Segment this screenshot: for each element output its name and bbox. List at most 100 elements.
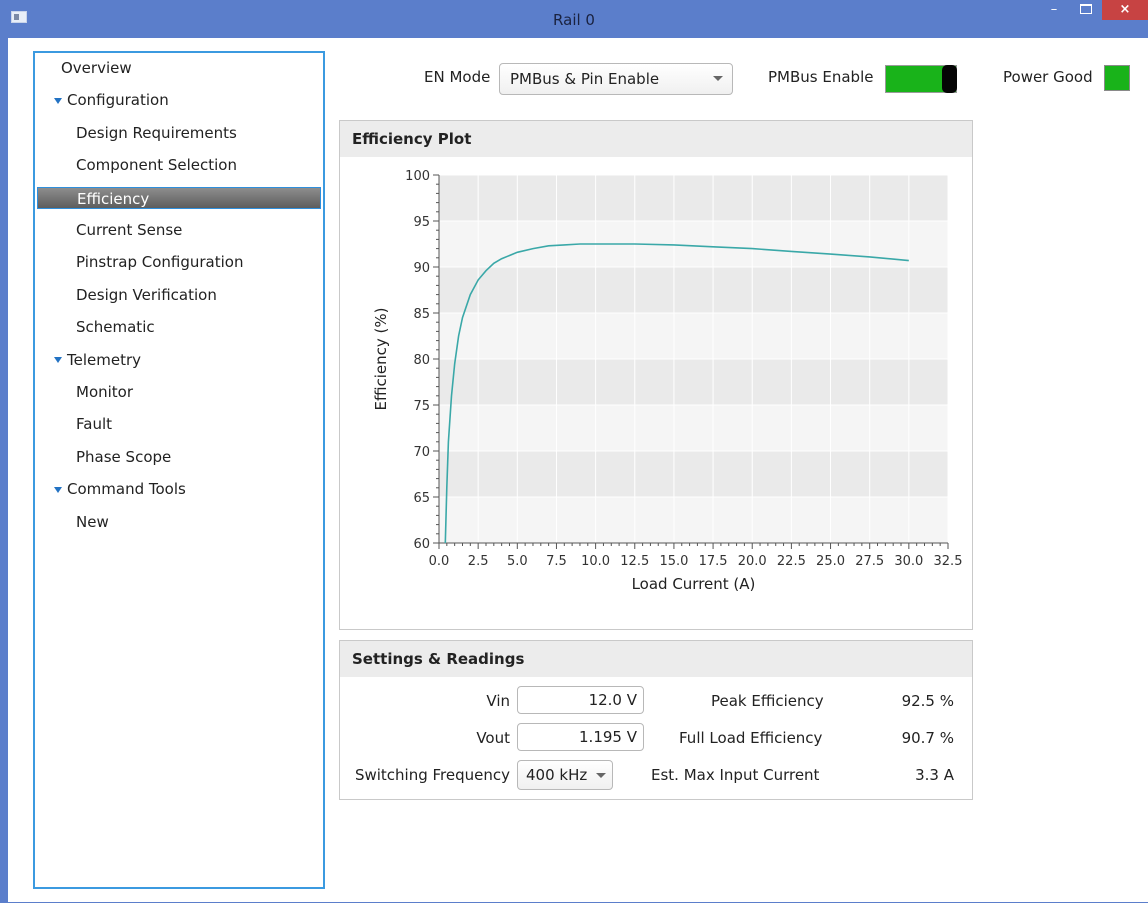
y-tick-label: 70 <box>413 445 430 460</box>
x-tick-label: 17.5 <box>699 554 728 569</box>
max-input-current-value: 3.3 A <box>915 766 954 784</box>
nav-item-design-requirements[interactable]: Design Requirements <box>76 122 237 144</box>
x-tick-label: 5.0 <box>507 554 528 569</box>
nav-item-label: Telemetry <box>67 350 142 369</box>
x-tick-label: 32.5 <box>934 554 963 569</box>
nav-item-design-verification[interactable]: Design Verification <box>76 284 217 306</box>
switching-frequency-label: Switching Frequency <box>354 766 510 784</box>
nav-item-current-sense[interactable]: Current Sense <box>76 219 182 241</box>
navigation-tree: Overview Configuration Design Requirements… <box>33 51 325 889</box>
x-tick-label: 10.0 <box>581 554 610 569</box>
settings-panel: Settings & Readings Vin 12.0 V Vout 1.19… <box>339 640 973 800</box>
plot-band <box>439 497 948 543</box>
vout-label: Vout <box>476 729 510 747</box>
nav-item-efficiency[interactable]: Efficiency <box>37 186 321 209</box>
plot-band <box>439 451 948 497</box>
switching-frequency-value: 400 kHz <box>526 766 588 784</box>
power-good-label: Power Good <box>1003 68 1093 86</box>
plot-band <box>439 313 948 359</box>
vout-field[interactable]: 1.195 V <box>517 723 644 751</box>
plot-band <box>439 267 948 313</box>
plot-band <box>439 175 948 221</box>
nav-item-label: Component Selection <box>76 156 237 175</box>
x-tick-label: 2.5 <box>468 554 489 569</box>
vin-field[interactable]: 12.0 V <box>517 686 644 714</box>
nav-item-monitor[interactable]: Monitor <box>76 381 133 403</box>
max-input-current-label: Est. Max Input Current <box>651 766 820 784</box>
peak-efficiency-label: Peak Efficiency <box>711 692 824 710</box>
efficiency-plot-title: Efficiency Plot <box>340 121 972 157</box>
nav-item-label: Design Verification <box>76 285 217 304</box>
nav-item-configuration[interactable]: Configuration <box>54 89 169 111</box>
nav-item-pinstrap-configuration[interactable]: Pinstrap Configuration <box>76 251 243 273</box>
y-tick-label: 60 <box>413 537 430 552</box>
y-tick-label: 75 <box>413 399 430 414</box>
y-tick-label: 80 <box>413 353 430 368</box>
maximize-icon <box>1080 4 1092 14</box>
pmbus-enable-label: PMBus Enable <box>768 68 874 86</box>
nav-item-component-selection[interactable]: Component Selection <box>76 154 237 176</box>
nav-item-telemetry[interactable]: Telemetry <box>54 349 141 371</box>
nav-item-label: Configuration <box>67 91 169 110</box>
power-good-indicator <box>1104 65 1130 91</box>
x-tick-label: 20.0 <box>738 554 767 569</box>
plot-band <box>439 359 948 405</box>
en-mode-select[interactable]: PMBus & Pin Enable <box>499 63 733 95</box>
x-tick-label: 7.5 <box>546 554 567 569</box>
x-tick-label: 25.0 <box>816 554 845 569</box>
y-tick-label: 95 <box>413 215 430 230</box>
expand-triangle-icon[interactable] <box>54 486 62 493</box>
nav-item-label: Command Tools <box>67 480 186 499</box>
settings-title: Settings & Readings <box>340 641 972 677</box>
x-tick-label: 0.0 <box>429 554 450 569</box>
x-axis-label: Load Current (A) <box>632 575 756 593</box>
nav-item-label: Pinstrap Configuration <box>76 253 244 272</box>
minimize-button[interactable]: – <box>1040 0 1068 20</box>
nav-item-label: Fault <box>76 415 112 434</box>
pmbus-enable-toggle[interactable] <box>885 65 957 93</box>
x-tick-label: 22.5 <box>777 554 806 569</box>
y-tick-label: 85 <box>413 307 430 322</box>
nav-item-schematic[interactable]: Schematic <box>76 316 155 338</box>
plot-band <box>439 221 948 267</box>
chevron-down-icon <box>596 773 606 778</box>
nav-item-overview[interactable]: Overview <box>61 57 132 79</box>
nav-item-label: Current Sense <box>76 221 183 239</box>
title-bar[interactable]: Rail 0 – × <box>0 0 1148 38</box>
nav-item-command-tools[interactable]: Command Tools <box>54 478 186 500</box>
nav-item-new[interactable]: New <box>76 511 109 533</box>
y-tick-label: 65 <box>413 491 430 506</box>
expand-triangle-icon[interactable] <box>54 97 62 104</box>
peak-efficiency-value: 92.5 % <box>901 692 954 710</box>
x-tick-label: 15.0 <box>659 554 688 569</box>
nav-item-label: Schematic <box>76 318 155 337</box>
expand-triangle-icon[interactable] <box>54 357 62 364</box>
vin-label: Vin <box>486 692 510 710</box>
full-load-efficiency-label: Full Load Efficiency <box>679 729 823 747</box>
nav-item-label: New <box>76 512 109 531</box>
nav-item-label: Design Requirements <box>76 123 237 142</box>
efficiency-plot-panel: Efficiency Plot 0.0 2.5 5.0 7.5 10.0 12.5 15.0… <box>339 120 973 630</box>
toggle-knob[interactable] <box>942 65 957 93</box>
plot-band <box>439 405 948 451</box>
y-tick-label: 100 <box>405 169 430 184</box>
y-tick-label: 90 <box>413 261 430 276</box>
nav-item-label: Overview <box>61 59 132 77</box>
full-load-efficiency-value: 90.7 % <box>901 729 954 747</box>
x-tick-label: 12.5 <box>620 554 649 569</box>
en-mode-label: EN Mode <box>424 68 491 86</box>
nav-item-fault[interactable]: Fault <box>76 413 112 435</box>
en-mode-value: PMBus & Pin Enable <box>510 70 660 88</box>
nav-item-phase-scope[interactable]: Phase Scope <box>76 446 171 468</box>
app-window: Rail 0 – × Overview Configuration Design R… <box>0 0 1148 903</box>
window-title: Rail 0 <box>553 11 595 29</box>
switching-frequency-select[interactable]: 400 kHz <box>517 760 613 790</box>
chevron-down-icon <box>713 76 723 81</box>
nav-item-label: Efficiency <box>77 189 150 208</box>
nav-item-label: Monitor <box>76 383 134 401</box>
nav-item-label: Phase Scope <box>76 447 172 466</box>
client-area: Overview Configuration Design Requirements… <box>8 38 1148 902</box>
y-axis-label: Efficiency (%) <box>372 308 390 411</box>
close-button[interactable]: × <box>1102 0 1148 20</box>
maximize-button[interactable] <box>1072 0 1100 20</box>
